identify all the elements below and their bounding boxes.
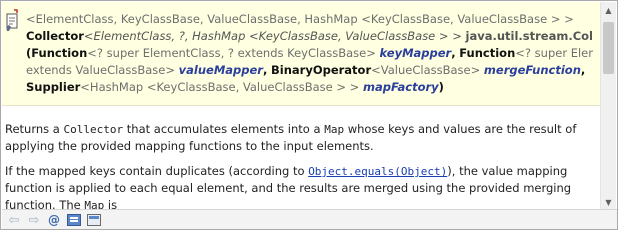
param3-generics-close: > (470, 63, 481, 77)
signature-line-3: (Function<? super ElementClass, ? extend… (26, 45, 593, 62)
pinned-hover-icon[interactable] (3, 9, 21, 33)
object-equals-link[interactable]: Object.equals(Object) (308, 165, 447, 178)
signature-line-4: extends ValueClassBase> valueMapper, Bin… (26, 63, 586, 77)
param2-generics-a: <? super ElementClass, ? (515, 46, 593, 60)
forward-arrow-icon[interactable]: ⇨ (26, 212, 42, 228)
param4-name: mapFactory (362, 80, 439, 94)
param3-name: mergeFunction (483, 63, 581, 77)
javadoc-hover-popup: <ElementClass, KeyClassBase, ValueClassB… (0, 0, 618, 230)
param1-generics: <? super ElementClass, ? extends KeyClas… (87, 46, 367, 60)
param1-name: keyMapper (379, 46, 452, 60)
param4-generics-close: > > (332, 80, 360, 94)
param2-type: Function (459, 46, 516, 60)
param2-name: valueMapper (178, 63, 263, 77)
signature-line-2: Collector<ElementClass, ?, HashMap <KeyC… (26, 28, 593, 45)
open-declaration-icon (67, 214, 81, 226)
open-external-doc-icon (87, 214, 101, 226)
return-generics-close: > > (435, 29, 462, 43)
show-in-javadoc-view-button[interactable]: @ (46, 212, 62, 228)
return-generics: <ElementClass, ?, HashMap <KeyClassBase,… (83, 29, 436, 43)
return-type: Collector (26, 29, 84, 43)
param1-type: (Function (26, 46, 88, 60)
vertical-scrollbar[interactable]: ▲ ▼ (600, 2, 616, 210)
code-collector: Collector (63, 123, 124, 136)
open-external-doc-button[interactable] (86, 212, 102, 228)
back-arrow-icon[interactable]: ⇦ (6, 212, 22, 228)
type-parameters: <ElementClass, KeyClassBase, ValueClassB… (26, 12, 362, 26)
javadoc-description: Returns a Collector that accumulates ele… (5, 121, 601, 222)
signature-line-5: Supplier<HashMap <KeyClassBase, ValueCla… (26, 79, 593, 96)
declaring-class: java.util.stream.Collectors. (465, 29, 593, 43)
param2-generics-b: extends ValueClassBase (26, 63, 166, 77)
param2-generics-close: > (165, 63, 175, 77)
scroll-up-icon[interactable]: ▲ (601, 2, 616, 18)
description-paragraph-2: If the mapped keys contain duplicates (a… (5, 164, 572, 212)
open-declaration-button[interactable] (66, 212, 82, 228)
scroll-down-icon[interactable]: ▼ (601, 194, 616, 210)
closing-paren: ) (438, 80, 444, 94)
param3-generics: <ValueClassBase (371, 63, 471, 77)
type-parameters-close: > > (547, 12, 574, 26)
description-paragraph-1: Returns a Collector that accumulates ele… (5, 122, 577, 153)
method-signature: <ElementClass, KeyClassBase, ValueClassB… (2, 2, 601, 106)
param4-generics: <HashMap <KeyClassBase, ValueClassBase (80, 80, 333, 94)
param3-type: BinaryOperator (271, 63, 372, 77)
code-map: Map (324, 123, 345, 136)
scrollbar-thumb[interactable] (603, 22, 614, 74)
param1-generics-close: > (366, 46, 376, 60)
type-parameters-inner: <KeyClassBase, ValueClassBase (361, 12, 548, 26)
param4-type: Supplier (26, 80, 81, 94)
hover-toolbar: ⇦ ⇨ @ (2, 209, 617, 229)
signature-line-1: <ElementClass, KeyClassBase, ValueClassB… (26, 11, 593, 28)
